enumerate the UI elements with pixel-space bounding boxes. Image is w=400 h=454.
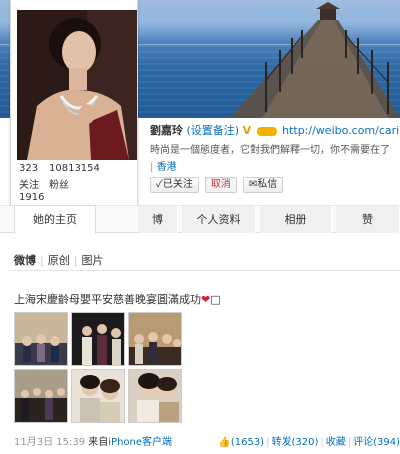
action-separator: |	[320, 437, 324, 448]
following-label[interactable]: 关注	[19, 176, 49, 191]
heart-icon: ❤	[201, 293, 211, 306]
following-count[interactable]: 323	[19, 163, 49, 174]
profile-bio: 時尚是一個態度者，它對我們解釋一切，你不需要在了	[150, 145, 390, 156]
profile-name-line: 劉嘉玲 (设置备注) V http://weibo.com/carin	[150, 122, 400, 136]
profile-name: 劉嘉玲	[150, 124, 183, 136]
comment-link[interactable]: 评论(394)	[353, 437, 400, 448]
post-image-thumbnail[interactable]	[14, 312, 68, 366]
filter-separator: |	[40, 254, 44, 267]
like-count-link[interactable]: (1653)	[231, 437, 264, 448]
post-text: 上海宋慶齡母嬰平安慈善晚宴圓滿成功❤□	[14, 291, 221, 307]
avatar[interactable]	[17, 10, 137, 160]
tab-home[interactable]: 她的主页	[14, 205, 96, 234]
post-image-thumbnail[interactable]	[71, 312, 125, 366]
post-text-tail: □	[210, 293, 221, 306]
post-action-links: 👍(1653) | 转发(320) | 收藏 | 评论(394)	[218, 433, 400, 448]
filter-weibo[interactable]: 微博	[14, 254, 36, 267]
profile-url-link[interactable]: http://weibo.com/carin	[282, 124, 400, 136]
profile-tabs: 她的主页 博 个人资料 相册 赞	[0, 205, 400, 234]
like-icon[interactable]: 👍	[218, 437, 230, 448]
action-separator: |	[266, 437, 270, 448]
filter-separator: |	[73, 254, 78, 267]
medal-icon	[256, 126, 277, 136]
repost-link[interactable]: 转发(320)	[271, 437, 318, 448]
post-image-thumbnail[interactable]	[71, 369, 125, 423]
tab-weibo[interactable]: 博	[138, 206, 178, 233]
profile-actions: ✓已关注 取消 ✉私信	[150, 177, 284, 193]
divider	[10, 270, 400, 271]
post-meta: 11月3日 15:39 来自iPhone客户端 👍(1653) | 转发(320) |…	[14, 433, 400, 448]
unfollow-button[interactable]: 取消	[204, 177, 237, 193]
post-source-prefix: 来自	[88, 437, 109, 448]
action-separator: |	[347, 437, 352, 448]
filter-images[interactable]: 图片	[81, 254, 103, 267]
feed-filters: 微博 | 原创 | 图片	[14, 252, 103, 268]
post-image-thumbnail[interactable]	[128, 312, 182, 366]
followers-label[interactable]: 粉丝	[49, 176, 105, 191]
message-button[interactable]: ✉私信	[242, 177, 284, 193]
post-text-body: 上海宋慶齡母嬰平安慈善晚宴圓滿成功	[14, 293, 201, 306]
location-separator: |	[150, 162, 154, 173]
favorite-link[interactable]: 收藏	[326, 437, 346, 448]
posts-count[interactable]: 1916	[19, 192, 134, 203]
post-client-link[interactable]: iPhone客户端	[108, 437, 172, 448]
tab-likes[interactable]: 赞	[336, 206, 400, 233]
post-time-link[interactable]: 11月3日 15:39	[14, 437, 85, 448]
post-image-thumbnail[interactable]	[14, 369, 68, 423]
tab-album[interactable]: 相册	[260, 206, 332, 233]
location-link[interactable]: 香港	[157, 162, 177, 173]
profile-avatar-card: 323 10813154 关注 粉丝 1916	[10, 0, 138, 230]
followed-button[interactable]: ✓已关注	[150, 177, 199, 193]
tab-profile-info[interactable]: 个人资料	[182, 206, 256, 233]
followers-count[interactable]: 10813154	[49, 163, 105, 174]
profile-location: | 香港	[150, 158, 177, 173]
post-image-thumbnail[interactable]	[128, 369, 182, 423]
verified-badge-icon: V	[242, 124, 252, 136]
set-remark-link[interactable]: (设置备注)	[187, 124, 240, 136]
profile-stats: 323 10813154 关注 粉丝 1916	[19, 163, 134, 203]
avatar-portrait	[17, 10, 137, 160]
filter-original[interactable]: 原创	[48, 254, 70, 267]
